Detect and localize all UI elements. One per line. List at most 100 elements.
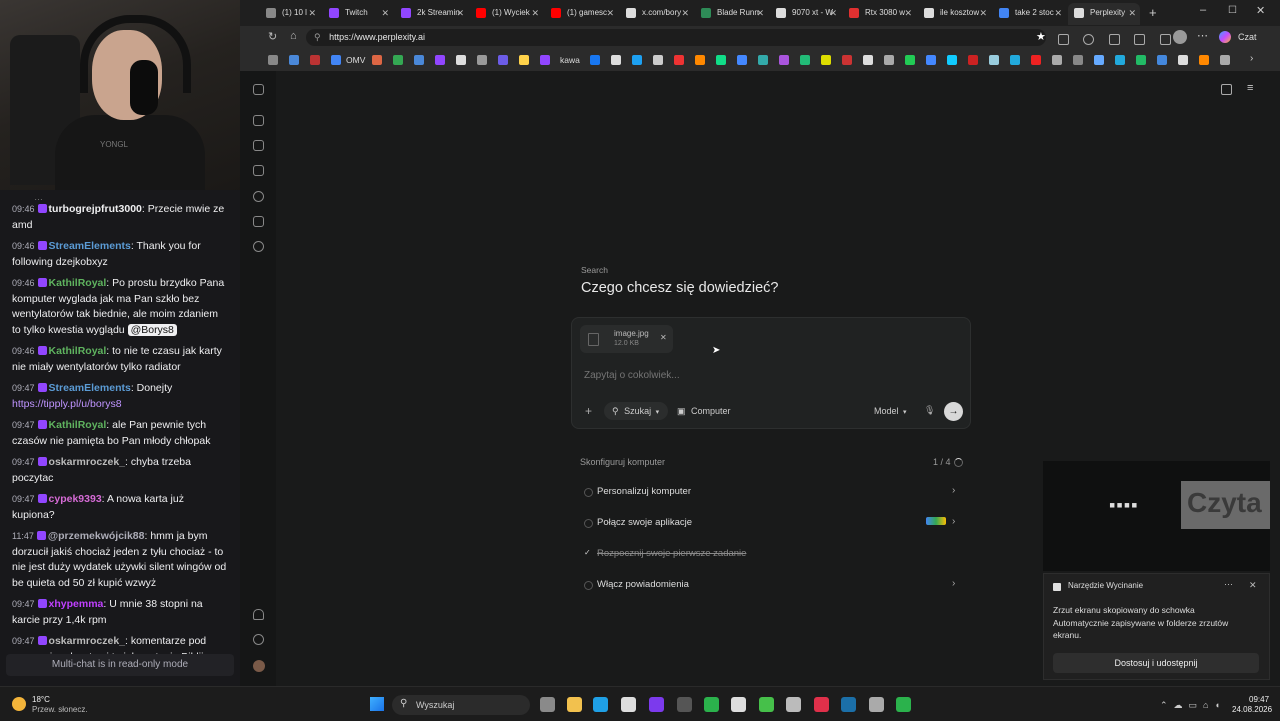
store-icon[interactable] bbox=[621, 697, 636, 712]
chat-link[interactable]: https://tipply.pl/u/borys8 bbox=[12, 398, 122, 410]
favorite-icon[interactable] bbox=[289, 55, 299, 65]
browser-tab[interactable]: x.com/bory ✕ bbox=[620, 3, 693, 25]
submit-button[interactable]: → bbox=[944, 402, 963, 421]
favorite-icon[interactable] bbox=[590, 55, 600, 65]
site-info-icon[interactable]: ⚲ bbox=[314, 32, 321, 42]
chevron-right-icon[interactable]: › bbox=[952, 485, 955, 496]
favorite-icon[interactable] bbox=[779, 55, 789, 65]
steam-icon[interactable] bbox=[841, 697, 856, 712]
chat-user[interactable]: xhypemma bbox=[49, 598, 104, 610]
remove-attachment-icon[interactable]: ✕ bbox=[660, 333, 667, 342]
app-icon[interactable] bbox=[869, 697, 884, 712]
favorite-icon[interactable] bbox=[653, 55, 663, 65]
sidebar-icon-home[interactable] bbox=[253, 84, 264, 95]
microphone-icon[interactable]: 🎙 bbox=[924, 405, 935, 416]
weather-desc[interactable]: Przew. słonecz. bbox=[32, 705, 88, 714]
more-menu-icon[interactable]: ⋯ bbox=[1197, 29, 1208, 42]
chat-user[interactable]: @przemekwójcik88 bbox=[48, 530, 145, 542]
screenshot-preview[interactable]: ▪▪▪▪ Czyta bbox=[1043, 461, 1270, 571]
chat-user[interactable]: StreamElements bbox=[49, 240, 131, 252]
favorite-icon[interactable] bbox=[519, 55, 529, 65]
browser-tab[interactable]: (1) Wyciek ✕ bbox=[470, 3, 543, 25]
chat-user[interactable]: oskarmroczek_ bbox=[49, 456, 125, 468]
favorite-icon[interactable] bbox=[884, 55, 894, 65]
setup-item[interactable]: Rozpocznij swoje pierwsze zadanie bbox=[597, 548, 746, 559]
favorite-icon[interactable] bbox=[1031, 55, 1041, 65]
favorite-icon[interactable] bbox=[1010, 55, 1020, 65]
browser-tab[interactable]: (1) gamesc ✕ bbox=[545, 3, 618, 25]
add-icon[interactable]: + bbox=[585, 404, 592, 418]
chat-user[interactable]: StreamElements bbox=[49, 382, 131, 394]
browser-tab[interactable]: 9070 xt - W ✕ bbox=[770, 3, 841, 25]
toast-close-icon[interactable]: ✕ bbox=[1249, 580, 1257, 591]
favorite-icon[interactable] bbox=[695, 55, 705, 65]
customize-share-button[interactable]: Dostosuj i udostępnij bbox=[1053, 653, 1259, 673]
favorite-icon[interactable] bbox=[863, 55, 873, 65]
mode-computer-button[interactable]: ▣ Computer bbox=[672, 402, 738, 420]
favorite-icon[interactable] bbox=[435, 55, 445, 65]
maximize-button[interactable]: ☐ bbox=[1228, 5, 1237, 16]
bookmark-kawa[interactable]: kawa bbox=[560, 55, 580, 65]
browser-tab[interactable]: Twitch ✕ bbox=[323, 3, 393, 25]
favorite-icon[interactable] bbox=[456, 55, 466, 65]
favorite-icon[interactable] bbox=[737, 55, 747, 65]
query-input[interactable] bbox=[582, 366, 956, 384]
tab-close-icon[interactable]: ✕ bbox=[979, 3, 987, 23]
setup-item[interactable]: Połącz swoje aplikacje bbox=[597, 517, 692, 528]
terminal-icon[interactable] bbox=[677, 697, 692, 712]
photos-icon[interactable] bbox=[731, 697, 746, 712]
tab-close-icon[interactable]: ✕ bbox=[308, 3, 316, 23]
file-explorer-icon[interactable] bbox=[567, 697, 582, 712]
favorites-overflow-icon[interactable]: › bbox=[1250, 53, 1253, 64]
clock-time[interactable]: 09:47 bbox=[1249, 695, 1269, 704]
chat-user[interactable]: KathilRoyal bbox=[49, 419, 107, 431]
new-tab-button[interactable]: + bbox=[1149, 5, 1157, 20]
browser-tab[interactable]: Rtx 3080 w ✕ bbox=[843, 3, 916, 25]
favorite-icon[interactable] bbox=[1094, 55, 1104, 65]
favorite-icon[interactable] bbox=[800, 55, 810, 65]
sidebar-icon-pages[interactable] bbox=[253, 216, 264, 227]
app-icon[interactable] bbox=[814, 697, 829, 712]
browser-tab[interactable]: take 2 stoc ✕ bbox=[993, 3, 1066, 25]
favorite-icon[interactable] bbox=[1052, 55, 1062, 65]
favorite-icon[interactable] bbox=[842, 55, 852, 65]
mode-search-button[interactable]: ⚲ Szukaj ▾ bbox=[604, 402, 668, 420]
copilot-label[interactable]: Czat bbox=[1238, 32, 1257, 42]
chat-user[interactable]: KathilRoyal bbox=[49, 277, 107, 289]
start-button[interactable] bbox=[370, 697, 384, 711]
favorite-icon[interactable] bbox=[1136, 55, 1146, 65]
taskbar-search[interactable]: ⚲ Wyszukaj bbox=[392, 695, 530, 715]
browser-tab[interactable]: (1) 10 l ✕ bbox=[260, 3, 320, 25]
chevron-right-icon[interactable]: › bbox=[952, 516, 955, 527]
chat-user[interactable]: KathilRoyal bbox=[49, 345, 107, 357]
xbox-icon[interactable] bbox=[896, 697, 911, 712]
reload-icon[interactable]: ↻ bbox=[268, 30, 277, 43]
chat-user[interactable]: turbogrejpfrut3000 bbox=[49, 203, 142, 215]
weather-temp[interactable]: 18°C bbox=[32, 695, 50, 704]
weather-icon[interactable] bbox=[12, 697, 26, 711]
attachment-chip[interactable]: image.jpg 12.0 KB ✕ bbox=[580, 325, 673, 353]
chrome-icon[interactable] bbox=[786, 697, 801, 712]
tab-close-icon[interactable]: ✕ bbox=[1054, 3, 1062, 23]
tab-close-icon[interactable]: ✕ bbox=[606, 3, 614, 23]
chat-mention[interactable]: @Borys8 bbox=[127, 323, 177, 336]
tab-close-icon[interactable]: ✕ bbox=[1128, 3, 1136, 23]
favorite-icon[interactable] bbox=[1157, 55, 1167, 65]
browser-tab[interactable]: 2k Streamin ✕ bbox=[395, 3, 468, 25]
favorite-icon[interactable] bbox=[947, 55, 957, 65]
chevron-right-icon[interactable]: › bbox=[952, 578, 955, 589]
favorite-icon[interactable] bbox=[477, 55, 487, 65]
home-icon[interactable]: ⌂ bbox=[290, 30, 297, 42]
tab-close-icon[interactable]: ✕ bbox=[756, 3, 764, 23]
close-window-button[interactable]: ✕ bbox=[1256, 4, 1265, 17]
tab-close-icon[interactable]: ✕ bbox=[381, 3, 389, 23]
chat-user[interactable]: cypek9393 bbox=[49, 493, 102, 505]
model-selector[interactable]: Model ▾ bbox=[870, 402, 916, 420]
favorite-icon[interactable] bbox=[268, 55, 278, 65]
chat-user[interactable]: oskarmroczek_ bbox=[49, 635, 125, 647]
setup-item[interactable]: Personalizuj komputer bbox=[597, 486, 691, 497]
favorite-icon[interactable] bbox=[310, 55, 320, 65]
profile-avatar[interactable] bbox=[1173, 30, 1187, 44]
minimize-button[interactable]: – bbox=[1200, 4, 1206, 16]
favorite-icon[interactable] bbox=[989, 55, 999, 65]
